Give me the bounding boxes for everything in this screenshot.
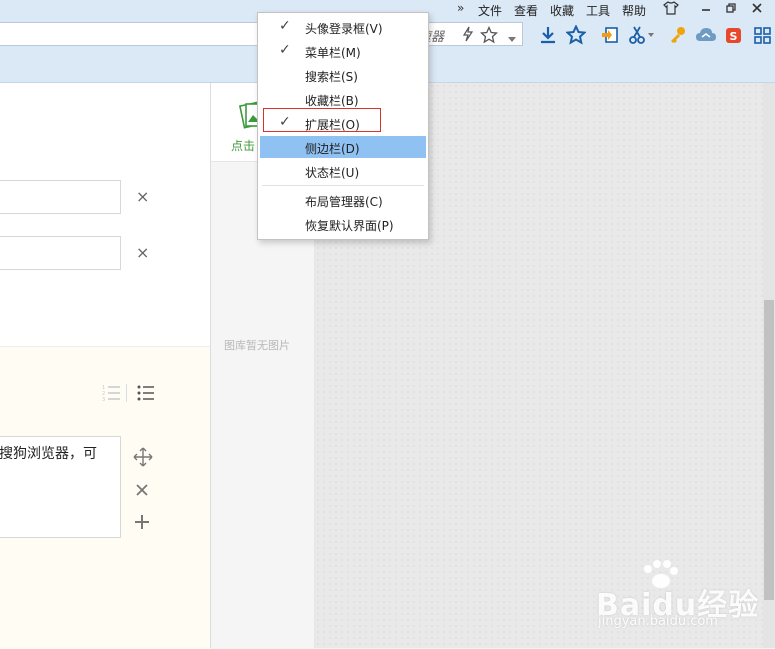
scissors-icon[interactable]: [628, 25, 654, 50]
menu-item-restore-default[interactable]: 恢复默认界面(P): [260, 213, 426, 235]
key-icon[interactable]: [668, 25, 688, 50]
menu-item-label: 收藏栏(B): [305, 94, 359, 108]
menu-item-avatar-login[interactable]: ✓ 头像登录框(V): [260, 16, 426, 38]
restore-icon[interactable]: [722, 1, 740, 17]
ordered-list-icon[interactable]: 123: [101, 384, 121, 405]
upload-label[interactable]: 点击: [231, 137, 255, 154]
title-field[interactable]: [0, 180, 121, 214]
menu-item-favorites-bar[interactable]: 收藏栏(B): [260, 88, 426, 110]
svg-text:S: S: [730, 30, 738, 43]
unordered-list-icon[interactable]: [136, 384, 156, 405]
menu-favorites[interactable]: 收藏: [550, 2, 574, 19]
check-icon: ✓: [279, 42, 291, 58]
remove-icon[interactable]: [135, 483, 149, 500]
scrollbar-thumb[interactable]: [764, 300, 774, 600]
step-text-area[interactable]: 搜狗浏览器，可: [0, 436, 121, 538]
note-icon[interactable]: [600, 25, 620, 50]
menu-item-sidebar[interactable]: 侧边栏(D): [260, 136, 426, 158]
toolbar-divider: [126, 384, 127, 402]
move-icon[interactable]: [133, 447, 153, 470]
menu-item-label: 侧边栏(D): [305, 142, 360, 156]
menu-item-statusbar[interactable]: 状态栏(U): [260, 160, 426, 182]
step-text: 搜狗浏览器，可: [0, 446, 97, 462]
menu-item-menubar[interactable]: ✓ 菜单栏(M): [260, 40, 426, 62]
menu-tools[interactable]: 工具: [586, 2, 610, 19]
download-icon[interactable]: [539, 25, 557, 50]
svg-text:3: 3: [102, 397, 105, 402]
gallery-empty-text: 图库暂无图片: [224, 339, 290, 352]
favorites-star-icon[interactable]: [565, 24, 587, 50]
menu-help[interactable]: 帮助: [622, 2, 646, 19]
menu-item-searchbar[interactable]: 搜索栏(S): [260, 64, 426, 86]
menu-item-label: 头像登录框(V): [305, 22, 383, 36]
minimize-icon[interactable]: [697, 1, 715, 17]
subtitle-field[interactable]: [0, 236, 121, 270]
star-outline-icon[interactable]: [479, 25, 499, 48]
cloud-icon[interactable]: [695, 25, 717, 50]
highlight-frame: [263, 108, 381, 132]
remove-field-button[interactable]: ×: [136, 243, 149, 262]
add-icon[interactable]: [134, 514, 150, 533]
apps-grid-icon[interactable]: [752, 25, 772, 50]
menu-view[interactable]: 查看: [514, 2, 538, 19]
shirt-icon[interactable]: [662, 1, 680, 17]
check-icon: ✓: [279, 18, 291, 34]
menu-overflow-icon[interactable]: »: [457, 1, 464, 15]
menu-item-label: 布局管理器(C): [305, 195, 383, 209]
menu-item-label: 菜单栏(M): [305, 46, 361, 60]
remove-field-button[interactable]: ×: [136, 187, 149, 206]
menu-item-label: 搜索栏(S): [305, 70, 358, 84]
extension-icon[interactable]: S: [724, 25, 744, 50]
menu-file[interactable]: 文件: [478, 2, 502, 19]
close-icon[interactable]: [748, 1, 766, 17]
menu-item-layout-manager[interactable]: 布局管理器(C): [260, 189, 426, 211]
watermark-url: jingyan.baidu.com: [598, 614, 718, 629]
dropdown-icon[interactable]: [508, 29, 516, 47]
menu-item-label: 状态栏(U): [305, 166, 360, 180]
lightning-icon[interactable]: [462, 26, 474, 46]
menu-separator: [262, 185, 424, 186]
menu-item-label: 恢复默认界面(P): [305, 219, 394, 233]
